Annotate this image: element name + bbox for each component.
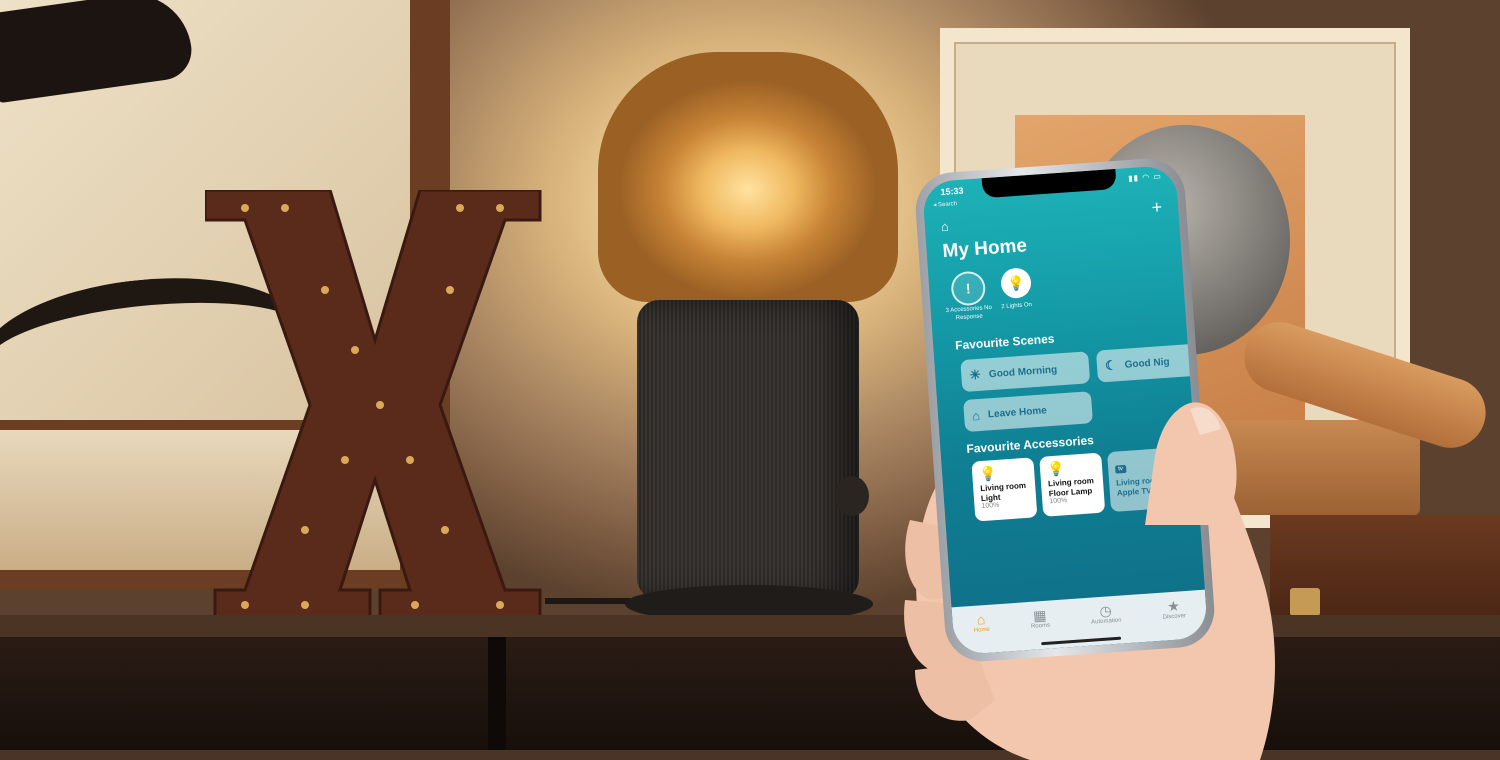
accessory-name: Living room Floor Lamp bbox=[1047, 476, 1095, 498]
tab-automation[interactable]: ◷ Automation bbox=[1090, 602, 1122, 626]
tab-home[interactable]: ⌂ Home bbox=[973, 611, 991, 634]
clock-icon: ◷ bbox=[1098, 602, 1113, 620]
signal-wifi-battery-icon: ▮▮ ◠ ▭ bbox=[1127, 171, 1163, 184]
favourite-scenes-heading: Favourite Scenes bbox=[954, 331, 1055, 353]
accessory-floor-lamp[interactable]: 💡 Living room Floor Lamp 100% bbox=[1039, 452, 1106, 517]
person-leaving-home-icon: ⌂ bbox=[971, 407, 981, 423]
lightbulb-icon: 💡 bbox=[978, 464, 998, 483]
ink-brush-stroke bbox=[0, 0, 196, 104]
tab-discover[interactable]: ★ Discover bbox=[1161, 597, 1187, 621]
lightbulb-icon[interactable]: 💡 bbox=[1000, 267, 1033, 300]
cabinet-gap bbox=[488, 637, 506, 750]
scene-good-night[interactable]: ☾ Good Nig bbox=[1095, 343, 1198, 383]
lamp-shade bbox=[598, 52, 898, 302]
favourite-accessories-heading: Favourite Accessories bbox=[965, 433, 1095, 456]
tab-label: Rooms bbox=[1030, 622, 1051, 630]
tab-rooms[interactable]: ▦ Rooms bbox=[1030, 606, 1051, 630]
lightbulb-icon: 💡 bbox=[1046, 460, 1066, 478]
scene-label: Good Morning bbox=[988, 363, 1058, 380]
tab-label: Discover bbox=[1162, 613, 1187, 621]
speaker-knob bbox=[835, 476, 869, 516]
marquee-letter-x bbox=[205, 190, 542, 620]
status-time: 15:33 bbox=[940, 185, 964, 198]
warning-icon[interactable]: ! bbox=[950, 270, 987, 307]
tab-label: Automation bbox=[1091, 617, 1122, 626]
house-icon: ⌂ bbox=[976, 611, 986, 628]
moon-home-icon: ☾ bbox=[1104, 357, 1118, 374]
scene-good-morning[interactable]: ☀ Good Morning bbox=[960, 351, 1091, 393]
scene-label: Good Nig bbox=[1124, 356, 1170, 371]
lamp-cable bbox=[545, 598, 630, 604]
speaker-lamp-body bbox=[637, 300, 859, 600]
scene-label: Leave Home bbox=[987, 404, 1048, 420]
page-title: My Home bbox=[941, 235, 1028, 263]
house-icon[interactable]: ⌂ bbox=[940, 219, 949, 235]
accessory-living-room-light[interactable]: 💡 Living room Light 100% bbox=[971, 457, 1038, 522]
sunrise-home-icon: ☀ bbox=[968, 366, 982, 383]
rooms-icon: ▦ bbox=[1032, 606, 1047, 624]
thumb bbox=[1145, 402, 1237, 525]
star-icon: ★ bbox=[1166, 597, 1181, 615]
add-icon[interactable]: + bbox=[1151, 197, 1163, 219]
tab-label: Home bbox=[973, 626, 991, 634]
lights-on-status: 2 Lights On bbox=[1001, 302, 1033, 311]
scene-leave-home[interactable]: ⌂ Leave Home bbox=[963, 391, 1093, 433]
back-to-search-link[interactable]: ◂ Search bbox=[933, 200, 957, 209]
